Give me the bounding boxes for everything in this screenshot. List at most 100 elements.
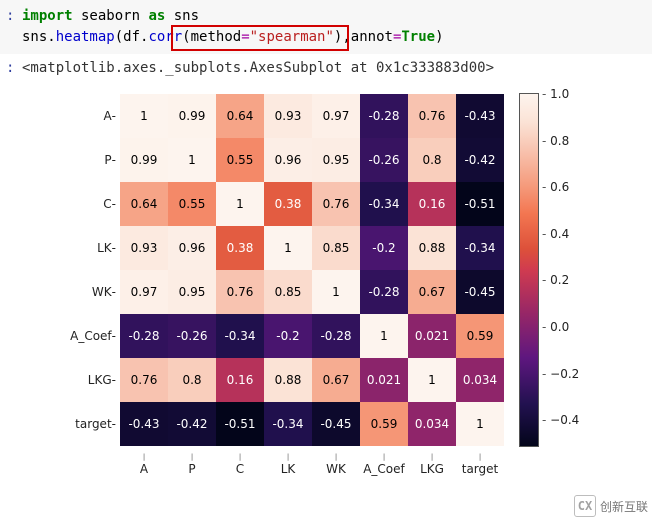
heatmap-cell: 0.85 [312, 226, 360, 270]
heatmap-cell: 0.034 [408, 402, 456, 446]
heatmap-cell: -0.34 [216, 314, 264, 358]
heatmap-figure: APCLKWKA_CoefLKGtarget 10.990.640.930.97… [62, 86, 622, 496]
heatmap-cell: -0.34 [264, 402, 312, 446]
heatmap-cell: 0.76 [216, 270, 264, 314]
heatmap-cell: -0.28 [312, 314, 360, 358]
y-tick: P [62, 138, 116, 182]
code-line-2: sns.heatmap(df.corr(method="spearman"),a… [22, 27, 642, 48]
heatmap-cell: 0.97 [120, 270, 168, 314]
colorbar-tick: 1.0 [542, 87, 569, 101]
heatmap-cell: 0.59 [360, 402, 408, 446]
heatmap-cell: 0.76 [312, 182, 360, 226]
kw-import: import [22, 8, 73, 24]
heatmap-cell: -0.45 [456, 270, 504, 314]
colorbar-tick: 0.8 [542, 134, 569, 148]
x-tick: A [120, 448, 168, 476]
heatmap-cell: 0.38 [216, 226, 264, 270]
colorbar-tick: −0.4 [542, 413, 579, 427]
heatmap-cell: 0.96 [168, 226, 216, 270]
y-tick: WK [62, 270, 116, 314]
y-tick-labels: APCLKWKA_CoefLKGtarget [62, 94, 116, 446]
heatmap-cell: 0.034 [456, 358, 504, 402]
heatmap-cell: 0.55 [168, 182, 216, 226]
heatmap-cell: -0.2 [264, 314, 312, 358]
heatmap-cell: -0.45 [312, 402, 360, 446]
heatmap-cell: 1 [264, 226, 312, 270]
heatmap-cell: 0.38 [264, 182, 312, 226]
watermark: CX 创新互联 [574, 495, 648, 517]
heatmap-grid: 10.990.640.930.97-0.280.76-0.430.9910.55… [120, 94, 504, 446]
code-line-1: import seaborn as sns [22, 6, 642, 27]
heatmap-cell: 0.021 [408, 314, 456, 358]
input-prompt: : [6, 6, 14, 27]
heatmap-cell: 0.88 [264, 358, 312, 402]
heatmap-cell: 0.67 [312, 358, 360, 402]
colorbar-tick: 0.6 [542, 180, 569, 194]
colorbar-tick: 0.0 [542, 320, 569, 334]
heatmap-cell: 1 [312, 270, 360, 314]
heatmap-cell: 1 [408, 358, 456, 402]
heatmap-cell: -0.42 [456, 138, 504, 182]
heatmap-cell: 1 [456, 402, 504, 446]
x-tick: LKG [408, 448, 456, 476]
y-tick: A_Coef [62, 314, 116, 358]
heatmap-cell: 0.97 [312, 94, 360, 138]
output-prompt: : [6, 60, 14, 76]
y-tick: LK [62, 226, 116, 270]
heatmap-cell: -0.42 [168, 402, 216, 446]
x-tick: C [216, 448, 264, 476]
colorbar-gradient [520, 94, 538, 446]
heatmap-cell: 1 [120, 94, 168, 138]
heatmap-cell: 0.99 [120, 138, 168, 182]
heatmap-cell: 0.95 [312, 138, 360, 182]
heatmap-cell: 0.93 [120, 226, 168, 270]
heatmap-cell: 0.8 [408, 138, 456, 182]
colorbar-tick: 0.2 [542, 273, 569, 287]
x-tick: WK [312, 448, 360, 476]
colorbar-tick: 0.4 [542, 227, 569, 241]
heatmap-cell: 0.93 [264, 94, 312, 138]
x-tick: A_Coef [360, 448, 408, 476]
x-tick: LK [264, 448, 312, 476]
heatmap-cell: -0.28 [360, 270, 408, 314]
heatmap-cell: 1 [216, 182, 264, 226]
heatmap-cell: -0.43 [120, 402, 168, 446]
heatmap-cell: 0.021 [360, 358, 408, 402]
heatmap-cell: 0.99 [168, 94, 216, 138]
output-cell: : <matplotlib.axes._subplots.AxesSubplot… [0, 54, 652, 502]
x-tick: target [456, 448, 504, 476]
heatmap-cell: 0.16 [408, 182, 456, 226]
watermark-label: 创新互联 [600, 498, 648, 515]
watermark-logo: CX [574, 495, 596, 517]
heatmap-cell: 0.76 [120, 358, 168, 402]
heatmap-cell: -0.34 [456, 226, 504, 270]
heatmap-cell: 0.96 [264, 138, 312, 182]
y-tick: LKG [62, 358, 116, 402]
heatmap-cell: 0.59 [456, 314, 504, 358]
heatmap-cell: -0.2 [360, 226, 408, 270]
heatmap-cell: -0.26 [360, 138, 408, 182]
heatmap-cell: 0.64 [120, 182, 168, 226]
kw-as: as [148, 8, 165, 24]
heatmap-cell: 0.76 [408, 94, 456, 138]
heatmap-cell: -0.43 [456, 94, 504, 138]
heatmap-cell: 0.16 [216, 358, 264, 402]
input-cell: : import seaborn as sns sns.heatmap(df.c… [0, 0, 652, 54]
heatmap-cell: 0.95 [168, 270, 216, 314]
output-repr: <matplotlib.axes._subplots.AxesSubplot a… [22, 60, 642, 76]
colorbar [520, 94, 538, 446]
heatmap-cell: 0.55 [216, 138, 264, 182]
y-tick: C [62, 182, 116, 226]
heatmap-cell: 0.88 [408, 226, 456, 270]
y-tick: target [62, 402, 116, 446]
x-tick-labels: APCLKWKA_CoefLKGtarget [120, 448, 504, 476]
heatmap-cell: -0.34 [360, 182, 408, 226]
heatmap-cell: 0.85 [264, 270, 312, 314]
y-tick: A [62, 94, 116, 138]
heatmap-cell: 0.67 [408, 270, 456, 314]
heatmap-cell: 1 [168, 138, 216, 182]
heatmap-cell: 1 [360, 314, 408, 358]
x-tick: P [168, 448, 216, 476]
heatmap-cell: -0.51 [456, 182, 504, 226]
heatmap-cell: -0.51 [216, 402, 264, 446]
